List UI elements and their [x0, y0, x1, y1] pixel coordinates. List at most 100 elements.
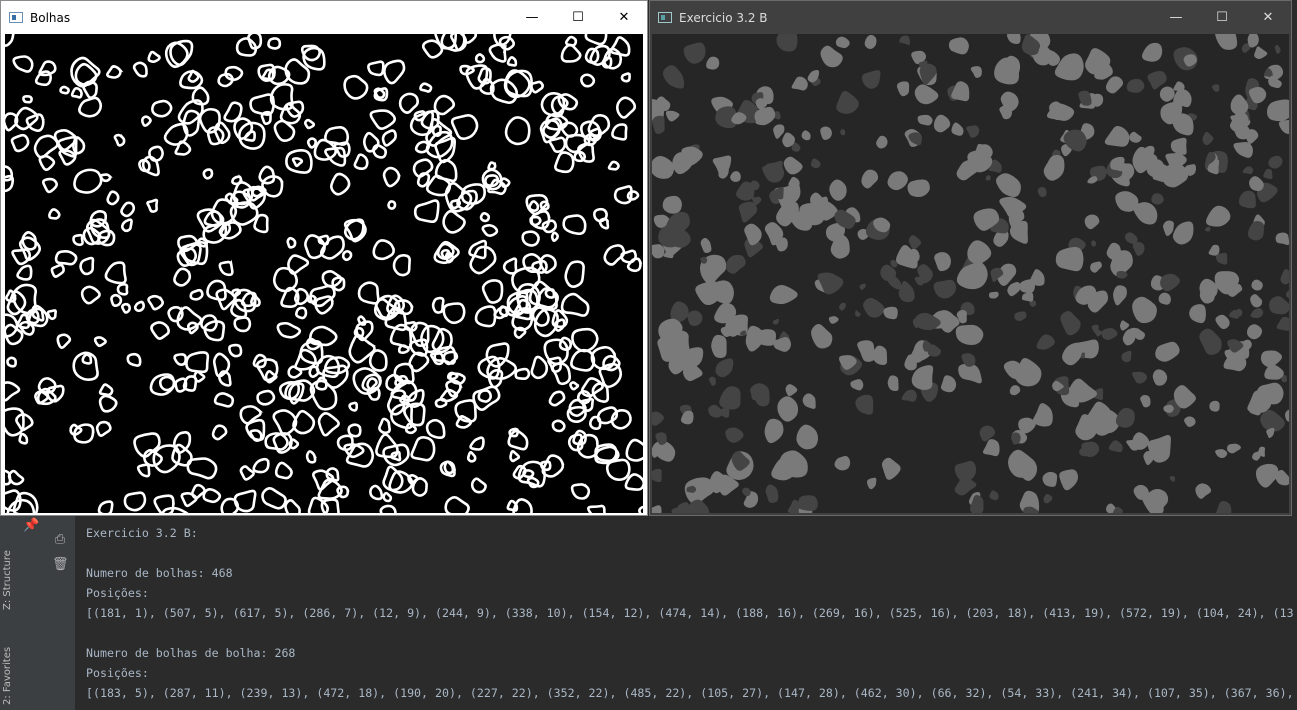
bubble: [1147, 70, 1167, 90]
bubble: [657, 333, 678, 362]
bubble: [776, 34, 798, 52]
bubble: [469, 436, 485, 451]
bubble: [1014, 358, 1042, 387]
bubble: [487, 161, 497, 171]
bubble: [1043, 493, 1053, 504]
pin-icon[interactable]: 📌: [23, 518, 39, 534]
bubble: [442, 302, 466, 325]
bubble: [1091, 240, 1097, 247]
bubble: [835, 36, 850, 49]
exercicio-window[interactable]: Exercicio 3.2 B — ☐ ✕: [649, 0, 1292, 516]
bubble: [896, 81, 910, 97]
bubble: [539, 254, 557, 274]
bubble: [1104, 126, 1130, 147]
bubble: [329, 172, 351, 196]
bubble: [261, 175, 284, 198]
bubble: [303, 118, 316, 130]
bubble: [514, 367, 531, 381]
bubble: [1286, 290, 1289, 298]
console-line: Numero de bolhas de bolha: 268: [86, 646, 296, 660]
bubble: [1115, 408, 1135, 428]
bubble: [611, 123, 628, 141]
minimize-button[interactable]: —: [509, 1, 555, 34]
bubble: [1170, 137, 1187, 155]
bubble: [132, 61, 148, 78]
bubble: [481, 279, 504, 304]
bubble: [382, 491, 393, 503]
trash-icon[interactable]: 🗑: [52, 557, 69, 573]
bubble: [1122, 327, 1137, 346]
bubble: [81, 353, 93, 365]
bubble: [1250, 308, 1264, 319]
bubble: [904, 354, 917, 371]
bubble: [1199, 328, 1222, 355]
bubble: [106, 190, 120, 206]
bubble: [1078, 90, 1092, 106]
bubble: [362, 131, 380, 153]
maximize-button[interactable]: ☐: [1199, 1, 1245, 34]
bubble: [25, 113, 45, 132]
close-button[interactable]: ✕: [1245, 1, 1291, 34]
print-icon[interactable]: ⎙: [52, 532, 68, 548]
bubble: [202, 168, 214, 180]
bubble: [421, 39, 444, 59]
bubble: [711, 334, 727, 359]
exercicio-titlebar[interactable]: Exercicio 3.2 B — ☐ ✕: [650, 1, 1291, 34]
bubble: [233, 316, 252, 333]
bubble: [1113, 285, 1127, 306]
bubble: [541, 454, 565, 478]
bubble: [783, 156, 803, 175]
bubble: [1021, 292, 1034, 302]
minimize-button[interactable]: —: [1153, 1, 1199, 34]
bubble: [1042, 471, 1058, 487]
bubble: [70, 87, 83, 99]
console-line: [(181, 1), (507, 5), (617, 5), (286, 7),…: [86, 606, 1294, 620]
bubble: [682, 362, 703, 382]
bubble: [189, 288, 204, 301]
bubble: [161, 506, 189, 513]
bubble: [231, 174, 244, 186]
close-button[interactable]: ✕: [601, 1, 647, 34]
bubble: [460, 183, 486, 205]
bubble: [1169, 476, 1175, 482]
bubble: [1155, 341, 1180, 362]
bubble: [662, 195, 682, 214]
bubble: [228, 343, 243, 358]
bubble: [1202, 131, 1214, 146]
bubble: [773, 336, 792, 352]
bubble: [620, 72, 631, 83]
bubble: [1246, 324, 1263, 340]
bubble: [796, 424, 819, 450]
console-line: Exercicio 3.2 B:: [86, 526, 198, 540]
bubble: [382, 166, 401, 188]
bubble: [564, 260, 585, 288]
bubble: [811, 323, 833, 349]
bubble: [348, 401, 359, 412]
bubble: [899, 35, 911, 45]
bubble: [274, 461, 293, 480]
bubble: [951, 122, 964, 136]
bubble: [466, 451, 477, 463]
bubble: [839, 302, 846, 311]
bolhas-titlebar[interactable]: Bolhas — ☐ ✕: [1, 1, 647, 34]
console-line: Numero de bolhas: 468: [86, 566, 233, 580]
bubble: [42, 177, 58, 194]
bubble: [788, 176, 800, 190]
bubble: [521, 230, 540, 247]
bubble: [1163, 404, 1174, 413]
bubble: [1278, 119, 1289, 135]
bolhas-window[interactable]: Bolhas — ☐ ✕: [0, 0, 648, 516]
bubble: [286, 236, 297, 249]
bubble: [1062, 342, 1083, 366]
bubble: [1206, 205, 1231, 227]
run-console[interactable]: Exercicio 3.2 B: Numero de bolhas: 468 Pos…: [75, 515, 1297, 710]
bubble: [477, 389, 493, 403]
bubble: [288, 438, 300, 450]
maximize-button[interactable]: ☐: [555, 1, 601, 34]
bubble: [431, 296, 445, 314]
bubble: [367, 60, 385, 77]
bubble: [715, 358, 734, 378]
bubble: [267, 37, 282, 50]
bubble: [411, 477, 428, 497]
console-line: Posições:: [86, 586, 149, 600]
